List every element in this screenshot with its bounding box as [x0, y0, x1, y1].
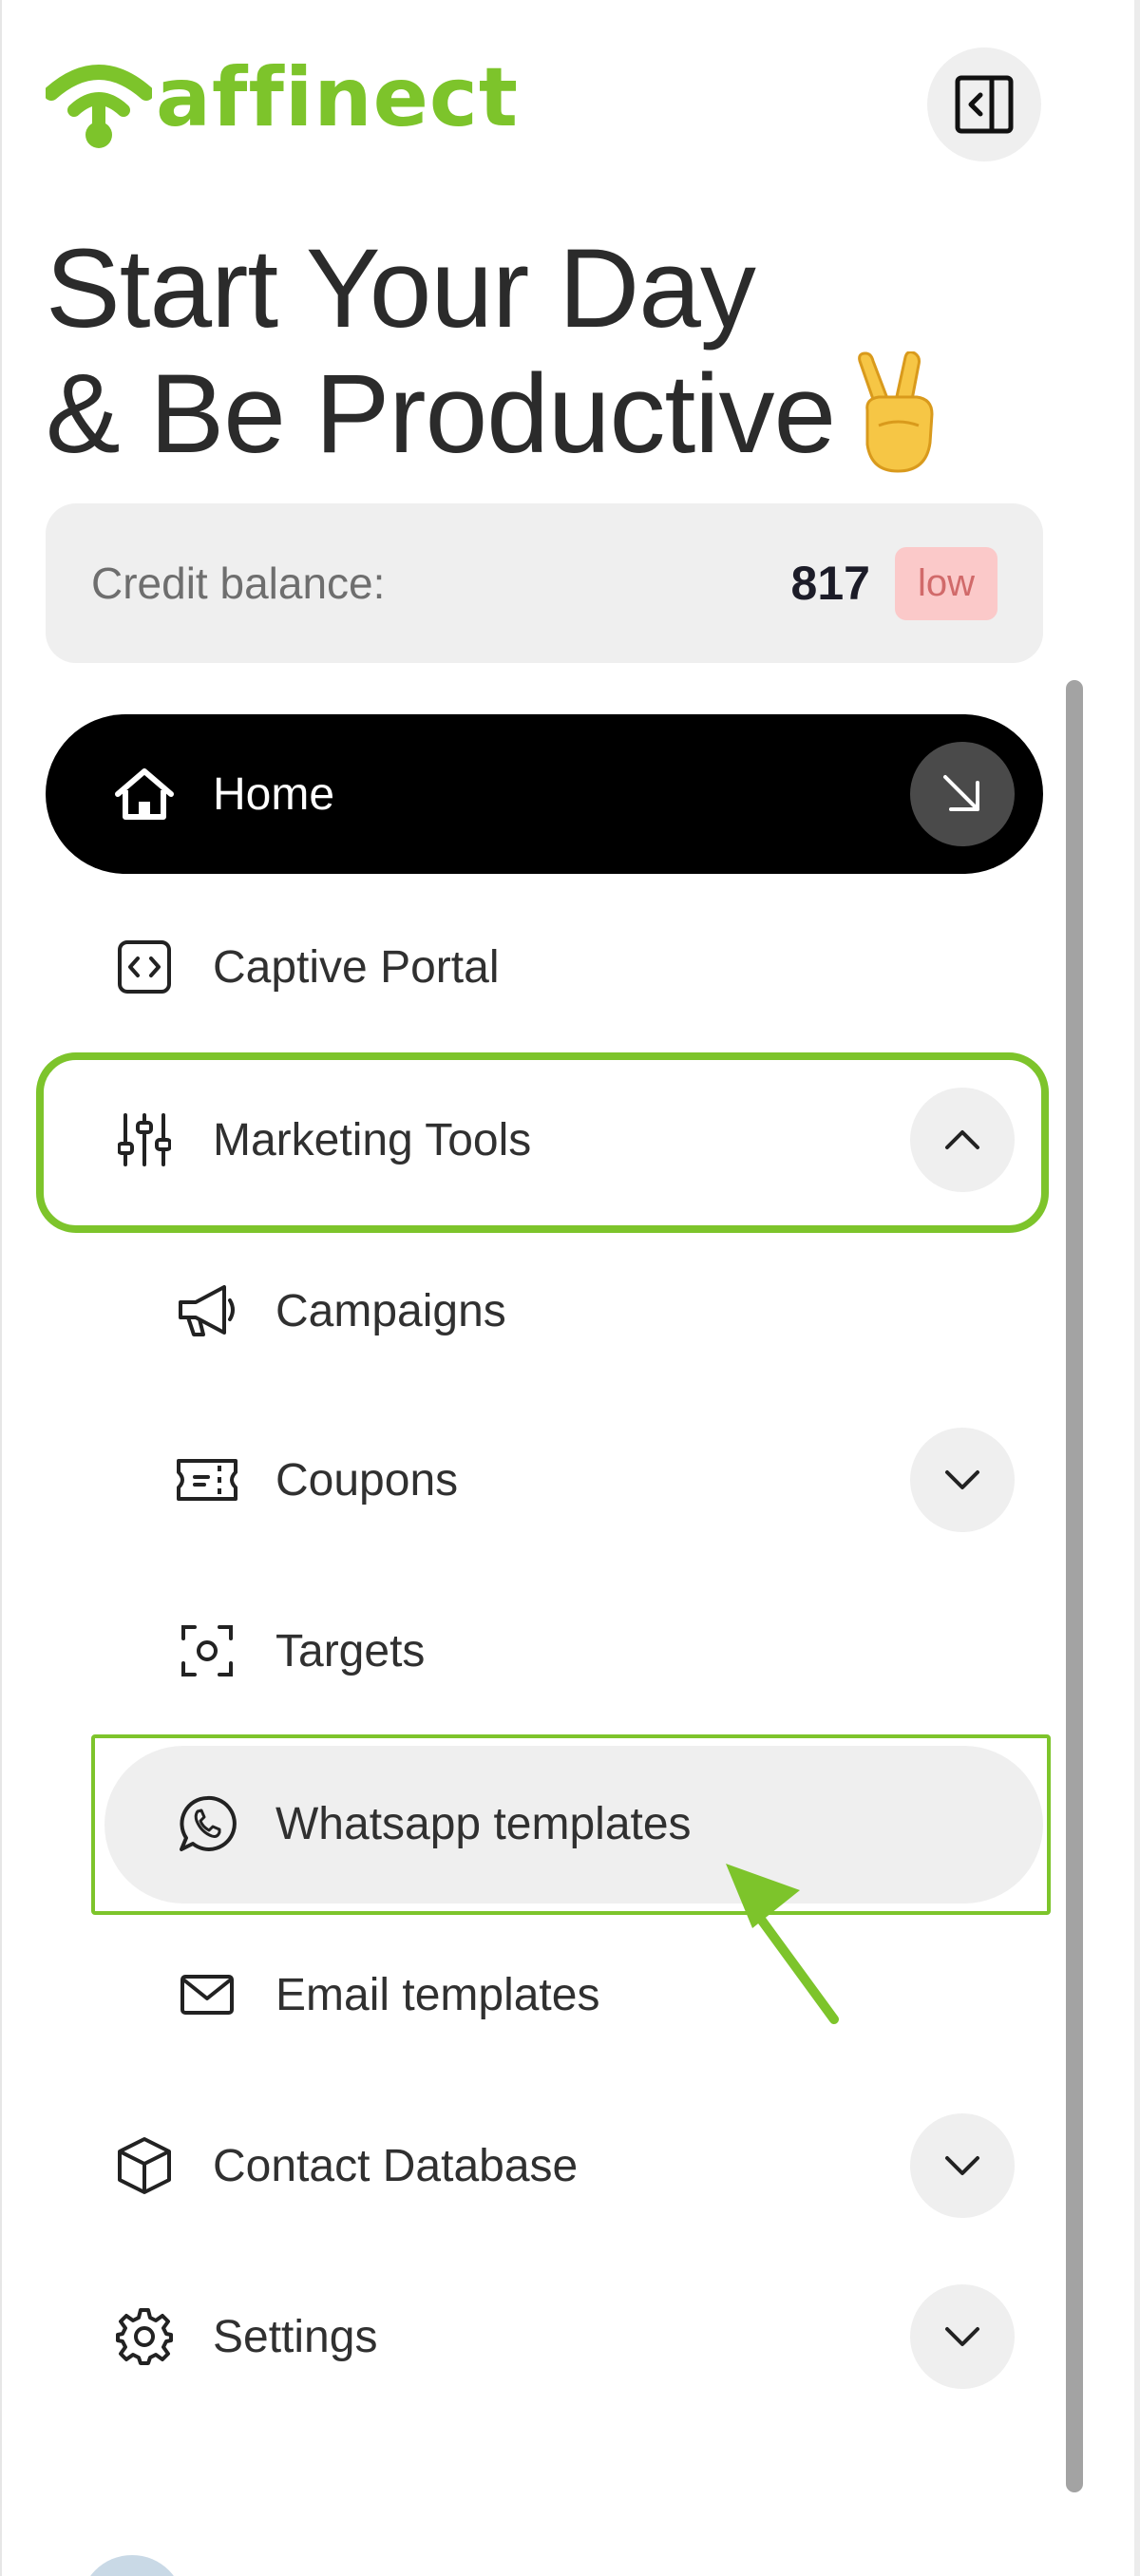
- chevron-up-icon: [945, 1130, 979, 1149]
- scrollbar[interactable]: [1066, 680, 1083, 2492]
- credit-balance-card: Credit balance: 817 low: [46, 503, 1043, 663]
- home-open-button[interactable]: [910, 742, 1015, 846]
- credit-balance-label: Credit balance:: [91, 559, 386, 608]
- credit-balance-value: 817: [790, 557, 870, 610]
- nav-item-email-templates-label: Email templates: [276, 1969, 600, 2020]
- nav-item-home[interactable]: Home: [46, 714, 1043, 874]
- gear-icon-wrap: [99, 2307, 190, 2366]
- ticket-icon: [177, 1459, 238, 1501]
- brand[interactable]: affinect: [46, 55, 519, 150]
- nav-item-home-label: Home: [213, 768, 335, 820]
- home-icon: [115, 768, 174, 820]
- nav-item-campaigns[interactable]: Campaigns: [104, 1231, 1043, 1391]
- chevron-down-icon: [945, 1470, 979, 1489]
- code-square-icon-wrap: [99, 939, 190, 994]
- nav-item-campaigns-label: Campaigns: [276, 1285, 506, 1336]
- nav-item-whatsapp-templates-label: Whatsapp templates: [276, 1798, 692, 1849]
- cube-icon-wrap: [99, 2135, 190, 2196]
- nav-item-targets-label: Targets: [276, 1625, 426, 1676]
- megaphone-icon: [179, 1285, 235, 1336]
- home-icon-wrap: [99, 766, 190, 823]
- focus-target-icon-wrap: [162, 1623, 253, 1678]
- whatsapp-icon-wrap: [162, 1794, 253, 1853]
- arrow-down-right-icon: [943, 775, 979, 811]
- mail-icon-wrap: [162, 1974, 253, 2016]
- headline-line-2-text: & Be Productive: [46, 351, 836, 477]
- nav-item-coupons-label: Coupons: [276, 1454, 459, 1506]
- cube-icon: [118, 2137, 171, 2194]
- nav-item-targets[interactable]: Targets: [104, 1571, 1043, 1731]
- nav-item-contact-database-label: Contact Database: [213, 2140, 579, 2191]
- victory-hand-emoji: [858, 350, 934, 473]
- brand-name: affinect: [156, 50, 519, 145]
- megaphone-icon-wrap: [162, 1283, 253, 1338]
- whatsapp-icon: [180, 1795, 237, 1851]
- settings-toggle[interactable]: [910, 2284, 1015, 2389]
- ticket-icon-wrap: [162, 1458, 253, 1502]
- page-headline: Start Your Day & Be Productive: [46, 226, 941, 477]
- nav-item-settings[interactable]: Settings: [46, 2257, 1043, 2416]
- nav-item-email-templates[interactable]: Email templates: [104, 1915, 1043, 2074]
- headline-line-1: Start Your Day: [46, 226, 756, 351]
- nav-item-captive-portal-label: Captive Portal: [213, 941, 500, 993]
- credit-status-badge: low: [894, 546, 998, 620]
- mail-icon: [180, 1975, 234, 2015]
- coupons-toggle[interactable]: [910, 1428, 1015, 1532]
- nav-item-captive-portal[interactable]: Captive Portal: [46, 887, 1043, 1047]
- chevron-down-icon: [945, 2156, 979, 2175]
- code-square-icon: [118, 940, 171, 994]
- contact-database-toggle[interactable]: [910, 2113, 1015, 2218]
- marketing-tools-toggle[interactable]: [910, 1088, 1015, 1192]
- headline-line-2: & Be Productive: [46, 350, 941, 477]
- collapse-sidebar-button[interactable]: [927, 47, 1041, 161]
- focus-target-icon: [181, 1625, 233, 1676]
- sidebar-collapse-icon: [955, 75, 1014, 134]
- window-edge: [1134, 0, 1140, 2576]
- nav-item-coupons[interactable]: Coupons: [104, 1400, 1043, 1560]
- sliders-icon-wrap: [99, 1111, 190, 1168]
- sliders-icon: [118, 1113, 171, 1166]
- nav-item-marketing-tools[interactable]: Marketing Tools: [46, 1060, 1043, 1220]
- nav-item-whatsapp-templates[interactable]: Whatsapp templates: [104, 1744, 1043, 1904]
- wifi-logo-icon: [46, 65, 152, 148]
- nav-item-settings-label: Settings: [213, 2311, 378, 2362]
- nav-item-marketing-tools-label: Marketing Tools: [213, 1114, 532, 1165]
- chevron-down-icon: [945, 2327, 979, 2346]
- gear-icon: [116, 2308, 173, 2365]
- nav-item-contact-database[interactable]: Contact Database: [46, 2086, 1043, 2245]
